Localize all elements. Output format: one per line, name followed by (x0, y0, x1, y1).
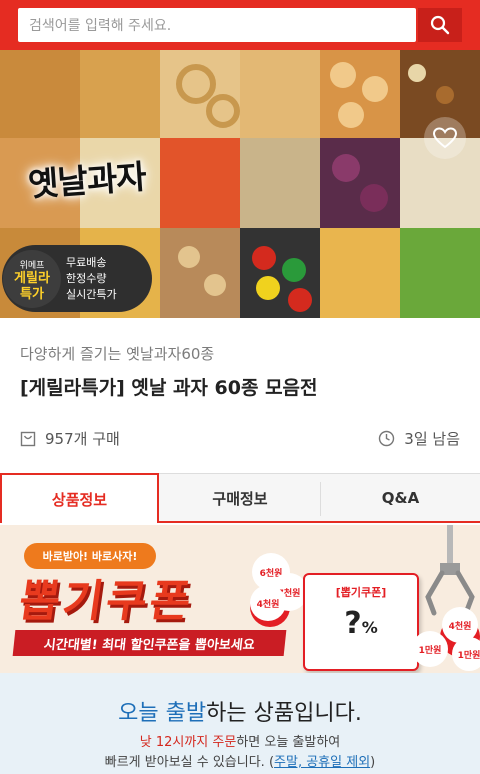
coupon-card-value: ?% (305, 606, 417, 641)
tab-label: Q&A (381, 489, 420, 507)
shipping-line-2-pre: 빠르게 받아보실 수 있습니다. ( (104, 755, 275, 770)
tab-label: 구매정보 (212, 489, 268, 508)
coupon-card-mystery: ? (344, 606, 362, 641)
shipping-exception: 주말, 공휴일 제외 (274, 755, 371, 770)
snack-tile (80, 50, 160, 138)
snack-dot (330, 62, 356, 88)
coupon-card: [뽑기쿠폰] ?% (303, 573, 419, 671)
shipping-line-2-post: ) (370, 755, 376, 770)
search-input[interactable]: 검색어를 입력해 주세요. (18, 8, 416, 42)
snack-dot (332, 154, 360, 182)
snack-dot (408, 64, 426, 82)
snack-tile (400, 228, 480, 318)
coupon-banner[interactable]: 바로받아! 바로사자! 뽑기쿠폰 시간대별! 최대 할인쿠폰을 뽑아보세요 6천… (0, 525, 480, 673)
promo-line: 실시간특가 (66, 288, 117, 301)
snack-dot (338, 102, 364, 128)
snack-tile (240, 138, 320, 228)
snack-dot (178, 246, 200, 268)
tab-qna[interactable]: Q&A (321, 474, 480, 522)
time-remaining: 3일 남음 (378, 428, 460, 449)
promo-line: 한정수량 (66, 272, 107, 285)
shipping-heading: 오늘 출발하는 상품입니다. (0, 695, 480, 727)
snack-dot (282, 258, 306, 282)
snack-tile (320, 138, 400, 228)
snack-dot (360, 184, 388, 212)
shipping-deadline: 낮 12시까지 주문 (139, 735, 237, 750)
coupon-card-unit: % (361, 618, 378, 637)
promo-brand: 위메프 (19, 261, 45, 271)
tab-bar: 상품정보 구매정보 Q&A (0, 473, 480, 523)
capsule-4k: 4천원 (250, 585, 286, 621)
shipping-line-1-rest: 하면 오늘 출발하여 (236, 735, 341, 750)
clock-icon (379, 430, 395, 447)
coupon-card-label: [뽑기쿠폰] (335, 586, 387, 599)
snack-dot (288, 288, 312, 312)
promo-badge-line2: 특가 (20, 287, 44, 302)
snack-dot (204, 274, 226, 296)
tab-purchase-info[interactable]: 구매정보 (160, 474, 320, 522)
favorite-button[interactable] (424, 117, 466, 159)
promo-line: 무료배송 (66, 256, 107, 269)
search-bar: 검색어를 입력해 주세요. (0, 0, 480, 50)
tab-label: 상품정보 (51, 490, 108, 509)
search-placeholder: 검색어를 입력해 주세요. (29, 18, 172, 34)
hero-title: 옛날과자 (26, 156, 147, 205)
snack-dot (206, 94, 240, 128)
snack-dot (362, 76, 388, 102)
shipping-heading-rest: 하는 상품입니다. (206, 701, 362, 726)
capsule-10k: 1만원 (412, 631, 448, 667)
coupon-title: 뽑기쿠폰 (15, 576, 197, 627)
coupon-tagline: 시간대별! 최대 할인쿠폰을 뽑아보세요 (12, 630, 287, 656)
snack-tile (0, 50, 80, 138)
shipping-heading-highlight: 오늘 출발 (118, 701, 207, 726)
shipping-line-2: 빠르게 받아보실 수 있습니다. (주말, 공휴일 제외) (0, 751, 480, 770)
promo-circle: 위메프 게릴라 특가 (3, 250, 61, 308)
snack-tile (320, 228, 400, 318)
product-subtitle: 다양하게 즐기는 옛날과자60종 (20, 345, 215, 363)
search-button[interactable] (418, 8, 462, 42)
snack-dot (252, 246, 276, 270)
tab-product-info[interactable]: 상품정보 (0, 473, 159, 523)
snack-tile (160, 138, 240, 228)
product-title: [게릴라특가] 옛날 과자 60종 모음전 (20, 377, 318, 399)
shipping-notice: 오늘 출발하는 상품입니다. 낮 12시까지 주문하면 오늘 출발하여 빠르게 … (0, 673, 480, 774)
capsule-10k-b: 1만원 (452, 637, 480, 671)
snack-dot (256, 276, 280, 300)
snack-tile (160, 228, 240, 318)
snack-tile (320, 50, 400, 138)
promo-badge-line1: 게릴라 (14, 271, 50, 286)
shipping-line-1: 낮 12시까지 주문하면 오늘 출발하여 (0, 731, 480, 750)
snack-dot (436, 86, 454, 104)
purchase-count: 957개 구매 (20, 428, 120, 449)
time-remaining-text: 3일 남음 (404, 430, 460, 448)
promo-lines: 무료배송 한정수량 실시간특가 (66, 255, 150, 303)
snack-tile (240, 50, 320, 138)
heart-icon (433, 127, 457, 149)
purchase-count-text: 957개 구매 (45, 430, 120, 448)
search-icon (430, 15, 450, 35)
shopping-bag-icon (20, 431, 36, 446)
